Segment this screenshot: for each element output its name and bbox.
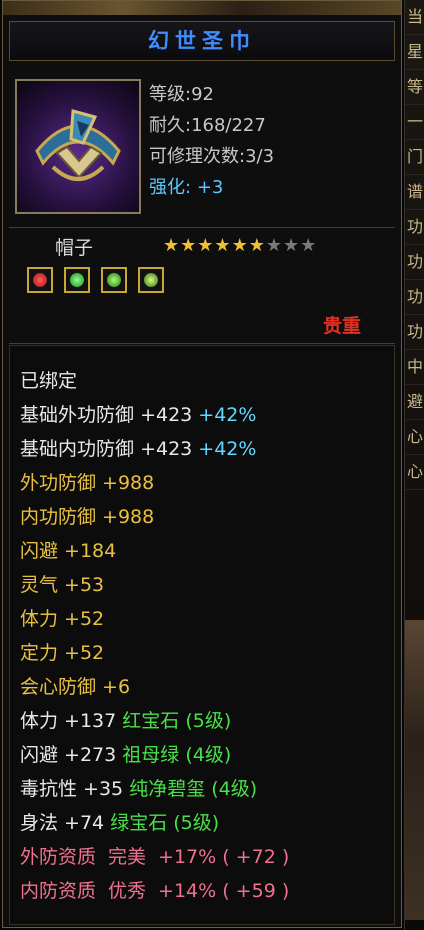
attr-internal-defense: 内功防御 +988 — [20, 506, 155, 528]
star-filled-icon: ★ — [248, 235, 266, 256]
item-icon-frame — [15, 79, 141, 214]
side-label: 当 — [405, 0, 424, 35]
quality-label: 内防资质 — [20, 880, 97, 902]
star-empty-icon: ★ — [265, 235, 283, 256]
item-repair-count: 可修理次数:3/3 — [149, 146, 275, 167]
item-enhance: 强化: +3 — [149, 172, 274, 203]
item-type: 帽子 — [55, 237, 94, 259]
side-scene-art — [405, 620, 424, 920]
side-label: 一 — [405, 105, 424, 140]
side-label: 心 — [405, 420, 424, 455]
attr-stamina: 体力 +52 — [20, 608, 105, 630]
side-label: 中 — [405, 350, 424, 385]
gem-name: 纯净碧玺 (4级) — [129, 778, 258, 800]
side-label: 门 — [405, 140, 424, 175]
attr-label: 基础外功防御 — [20, 404, 135, 426]
gem-name: 红宝石 (5级) — [122, 710, 232, 732]
side-label: 避 — [405, 385, 424, 420]
red-gem-icon — [27, 267, 53, 293]
quality-label: 外防资质 — [20, 846, 97, 868]
attr-dodge: 闪避 +184 — [20, 540, 117, 562]
gem-bonus-1: 体力 +137 红宝石 (5级) — [20, 706, 231, 733]
side-label: 功 — [405, 280, 424, 315]
gem-stat: 毒抗性 +35 — [20, 778, 124, 800]
green-gem-icon — [64, 267, 91, 293]
side-label: 星 — [405, 35, 424, 70]
attr-bonus: +42% — [198, 404, 257, 426]
item-level: 等级:92 — [149, 84, 214, 105]
headband-icon — [35, 109, 121, 181]
star-filled-icon: ★ — [214, 235, 232, 256]
quality-external-defense: 外防资质 完美 +17% ( +72 ) — [20, 842, 289, 869]
quality-grade: 优秀 — [108, 880, 147, 902]
enhance-value: +3 — [196, 177, 224, 198]
side-label: 心 — [405, 455, 424, 490]
quality-grade: 完美 — [108, 846, 147, 868]
attr-spirit: 灵气 +53 — [20, 574, 105, 596]
gem-stat: 身法 +74 — [20, 812, 105, 834]
divider — [9, 227, 395, 228]
background-side-panel: 当 星 等 一 门 谱 功 功 功 功 中 避 心 心 — [404, 0, 424, 930]
gem-bonus-2: 闪避 +273 祖母绿 (4级) — [20, 740, 231, 767]
star-filled-icon: ★ — [180, 235, 198, 256]
green-gem-icon — [101, 267, 128, 293]
attr-external-defense: 外功防御 +988 — [20, 472, 155, 494]
gem-stat: 体力 +137 — [20, 710, 117, 732]
precious-tag: 贵重 — [323, 315, 362, 337]
gem-stat: 闪避 +273 — [20, 744, 117, 766]
star-empty-icon: ★ — [282, 235, 301, 256]
screen: 当 星 等 一 门 谱 功 功 功 功 中 避 心 心 幻世圣巾 等级:92 耐… — [0, 0, 424, 930]
item-basic-stats: 等级:92 耐久:168/227 可修理次数:3/3 强化: +3 — [149, 79, 274, 203]
side-label: 功 — [405, 245, 424, 280]
star-empty-icon: ★ — [300, 235, 318, 256]
attr-crit-defense: 会心防御 +6 — [20, 676, 131, 698]
gem-bonus-4: 身法 +74 绿宝石 (5级) — [20, 808, 219, 835]
bound-status: 已绑定 — [20, 370, 78, 392]
quality-bonus: ( +59 ) — [222, 880, 290, 902]
gem-name: 祖母绿 (4级) — [122, 744, 232, 766]
side-label: 等 — [405, 70, 424, 105]
attr-base-external-defense: 基础外功防御 +423 +42% — [20, 400, 256, 427]
side-label: 功 — [405, 210, 424, 245]
socket-gems — [27, 267, 170, 293]
attr-value: +423 — [140, 404, 193, 426]
attribute-list: 已绑定 基础外功防御 +423 +42% 基础内功防御 +423 +42% 外功… — [9, 345, 395, 925]
star-filled-icon: ★ — [197, 235, 215, 256]
side-label: 谱 — [405, 175, 424, 210]
dragon-gem-icon — [138, 267, 165, 293]
attr-focus: 定力 +52 — [20, 642, 105, 664]
attr-value: +423 — [140, 438, 193, 460]
enhance-label: 强化: — [149, 177, 192, 198]
quality-internal-defense: 内防资质 优秀 +14% ( +59 ) — [20, 876, 289, 903]
star-filled-icon: ★ — [231, 235, 249, 256]
item-durability: 耐久:168/227 — [149, 115, 266, 136]
quality-bonus: ( +72 ) — [222, 846, 290, 868]
attr-bonus: +42% — [198, 438, 257, 460]
divider — [9, 343, 395, 344]
gem-name: 绿宝石 (5级) — [110, 812, 220, 834]
quality-pct: +17% — [158, 846, 217, 868]
attr-label: 基础内功防御 — [20, 438, 135, 460]
gem-bonus-3: 毒抗性 +35 纯净碧玺 (4级) — [20, 774, 257, 801]
tooltip-top-ornament — [3, 1, 401, 15]
side-label: 功 — [405, 315, 424, 350]
item-tooltip: 幻世圣巾 等级:92 耐久:168/227 可修理次数:3/3 强化: +3 帽… — [2, 0, 402, 928]
attr-base-internal-defense: 基础内功防御 +423 +42% — [20, 434, 256, 461]
quality-pct: +14% — [158, 880, 217, 902]
quality-stars: ★★★★★★★★★ — [163, 235, 317, 256]
star-filled-icon: ★ — [163, 235, 181, 256]
item-name: 幻世圣巾 — [9, 21, 395, 61]
